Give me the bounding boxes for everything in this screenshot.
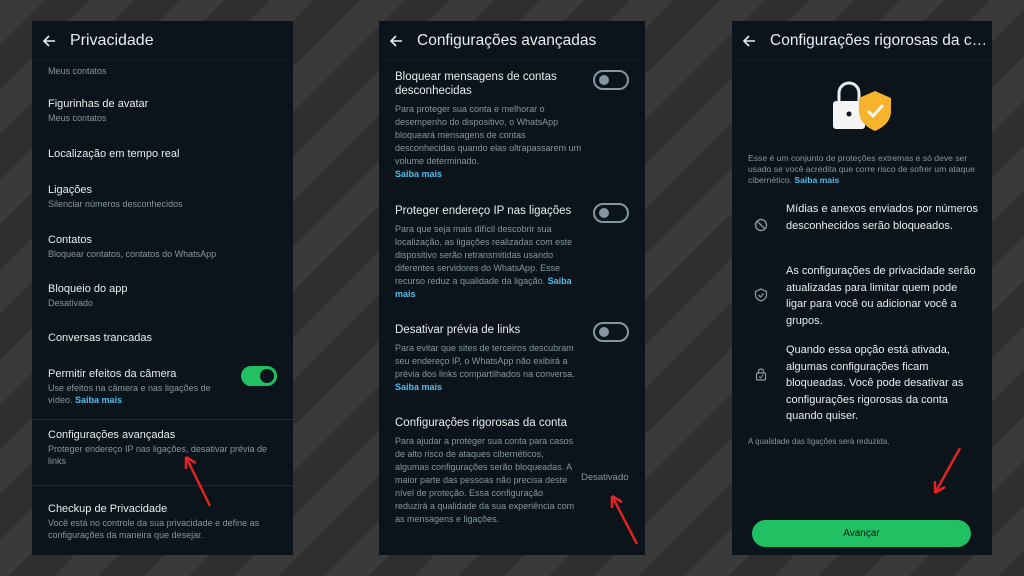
feature-settings-locked: Quando essa opção está ativada, algumas … (754, 342, 978, 425)
item-title: Contatos (48, 234, 93, 246)
learn-more-link[interactable]: Saiba mais (395, 169, 442, 179)
list-item-cut[interactable]: Meus contatos (32, 63, 293, 78)
setting-title: Bloquear mensagens de contas desconhecid… (395, 71, 557, 97)
toggle-knob (599, 327, 609, 337)
feature-text: Quando essa opção está ativada, algumas … (786, 344, 964, 422)
list-item-advanced-settings[interactable]: Configurações avançadas Proteger endereç… (32, 429, 281, 467)
setting-block-unknown-messages[interactable]: Bloquear mensagens de contas desconhecid… (395, 70, 583, 181)
red-arrow-annotation (610, 494, 639, 545)
feature-media-blocked: Mídias e anexos enviados por números des… (754, 201, 978, 234)
divider (32, 419, 293, 420)
list-item-contacts[interactable]: Contatos Bloquear contatos, contatos do … (32, 234, 293, 261)
setting-block-strict-account[interactable]: Configurações rigorosas da conta Para aj… (395, 416, 575, 526)
back-arrow-icon[interactable] (742, 34, 756, 48)
list-item-privacy-checkup[interactable]: Checkup de Privacidade Você está no cont… (32, 503, 281, 541)
item-title: Localização em tempo real (48, 148, 180, 160)
back-arrow-icon[interactable] (42, 34, 56, 48)
feature-privacy-updated: As configurações de privacidade serão at… (754, 263, 978, 329)
list-item-calls[interactable]: Ligações Silenciar números desconhecidos (32, 184, 293, 211)
list-item-locked-chats[interactable]: Conversas trancadas (32, 332, 293, 344)
feature-text: As configurações de privacidade serão at… (786, 265, 976, 327)
item-subtitle: Use efeitos na câmera e nas ligações de … (48, 383, 233, 406)
item-title: Ligações (48, 184, 93, 196)
advanced-settings-screen: Configurações avançadas Bloquear mensage… (379, 21, 645, 555)
feature-text: Mídias e anexos enviados por números des… (786, 203, 978, 232)
list-item-avatar-stickers[interactable]: Figurinhas de avatar Meus contatos (32, 98, 293, 125)
setting-description-text: Para evitar que sites de terceiros descu… (395, 343, 575, 379)
intro-text-body: Esse é um conjunto de proteções extremas… (748, 153, 975, 185)
red-arrow-annotation (933, 447, 962, 495)
setting-block-protect-ip[interactable]: Proteger endereço IP nas ligações Para q… (395, 204, 583, 301)
link-preview-toggle[interactable] (593, 322, 629, 342)
list-item-camera-effects[interactable]: Permitir efeitos da câmera Use efeitos n… (32, 368, 233, 406)
setting-description-text: Para proteger sua conta e melhorar o des… (395, 104, 582, 166)
item-subtitle: Bloquear contatos, contatos do WhatsApp (48, 249, 217, 259)
top-app-bar: Configurações avançadas (379, 21, 645, 61)
intro-text: Esse é um conjunto de proteções extremas… (748, 153, 978, 186)
protect-ip-toggle[interactable] (593, 203, 629, 223)
block-unknown-messages-toggle[interactable] (593, 70, 629, 90)
item-subtitle: Meus contatos (48, 66, 107, 76)
setting-description: Para proteger sua conta e melhorar o des… (395, 103, 583, 181)
page-title: Privacidade (70, 31, 154, 49)
item-title: Checkup de Privacidade (48, 503, 168, 515)
setting-block-link-preview[interactable]: Desativar prévia de links Para evitar qu… (395, 323, 583, 394)
lock-shield-illustration-icon (833, 81, 891, 131)
setting-title: Configurações rigorosas da conta (395, 417, 567, 429)
block-icon (754, 218, 768, 232)
strict-account-status: Desativado (581, 472, 629, 483)
item-title: Configurações avançadas (48, 429, 176, 441)
item-subtitle: Desativado (48, 298, 94, 308)
quality-note: A qualidade das ligações será reduzida. (748, 437, 890, 446)
back-arrow-icon[interactable] (389, 34, 403, 48)
lock-icon (755, 368, 767, 381)
privacy-screen: Privacidade Meus contatos Figurinhas de … (32, 21, 293, 555)
item-title: Conversas trancadas (48, 332, 152, 344)
camera-effects-toggle[interactable] (241, 366, 277, 386)
page-title: Configurações avançadas (417, 31, 597, 49)
strict-account-settings-screen: Configurações rigorosas da co... Esse é … (732, 21, 992, 555)
setting-title: Proteger endereço IP nas ligações (395, 205, 572, 217)
learn-more-link[interactable]: Saiba mais (395, 382, 442, 392)
shield-icon (754, 288, 768, 302)
top-app-bar: Configurações rigorosas da co... (732, 21, 992, 61)
item-subtitle: Você está no controle da sua privacidade… (48, 518, 260, 540)
setting-title: Desativar prévia de links (395, 324, 521, 336)
item-subtitle: Proteger endereço IP nas ligações, desat… (48, 444, 267, 466)
setting-description: Para que seja mais difícil descobrir sua… (395, 223, 583, 301)
learn-more-link[interactable]: Saiba mais (75, 395, 122, 405)
item-title: Bloqueio do app (48, 283, 128, 295)
page-title: Configurações rigorosas da co... (770, 31, 992, 49)
setting-description-text: Para que seja mais difícil descobrir sua… (395, 224, 573, 286)
setting-description: Para evitar que sites de terceiros descu… (395, 342, 583, 394)
item-title: Figurinhas de avatar (48, 98, 149, 110)
item-subtitle: Silenciar números desconhecidos (48, 199, 183, 209)
item-subtitle-text: Use efeitos na câmera e nas ligações de … (48, 383, 211, 405)
item-subtitle: Meus contatos (48, 113, 107, 123)
list-item-live-location[interactable]: Localização em tempo real (32, 148, 293, 160)
toggle-knob (599, 75, 609, 85)
item-title: Permitir efeitos da câmera (48, 368, 177, 380)
top-app-bar: Privacidade (32, 21, 293, 61)
toggle-knob (599, 208, 609, 218)
learn-more-link[interactable]: Saiba mais (794, 175, 839, 185)
list-item-app-lock[interactable]: Bloqueio do app Desativado (32, 283, 293, 310)
divider (32, 485, 293, 486)
toggle-knob (260, 369, 274, 383)
setting-description: Para ajudar a proteger sua conta para ca… (395, 436, 575, 524)
continue-button[interactable]: Avançar (752, 520, 971, 547)
